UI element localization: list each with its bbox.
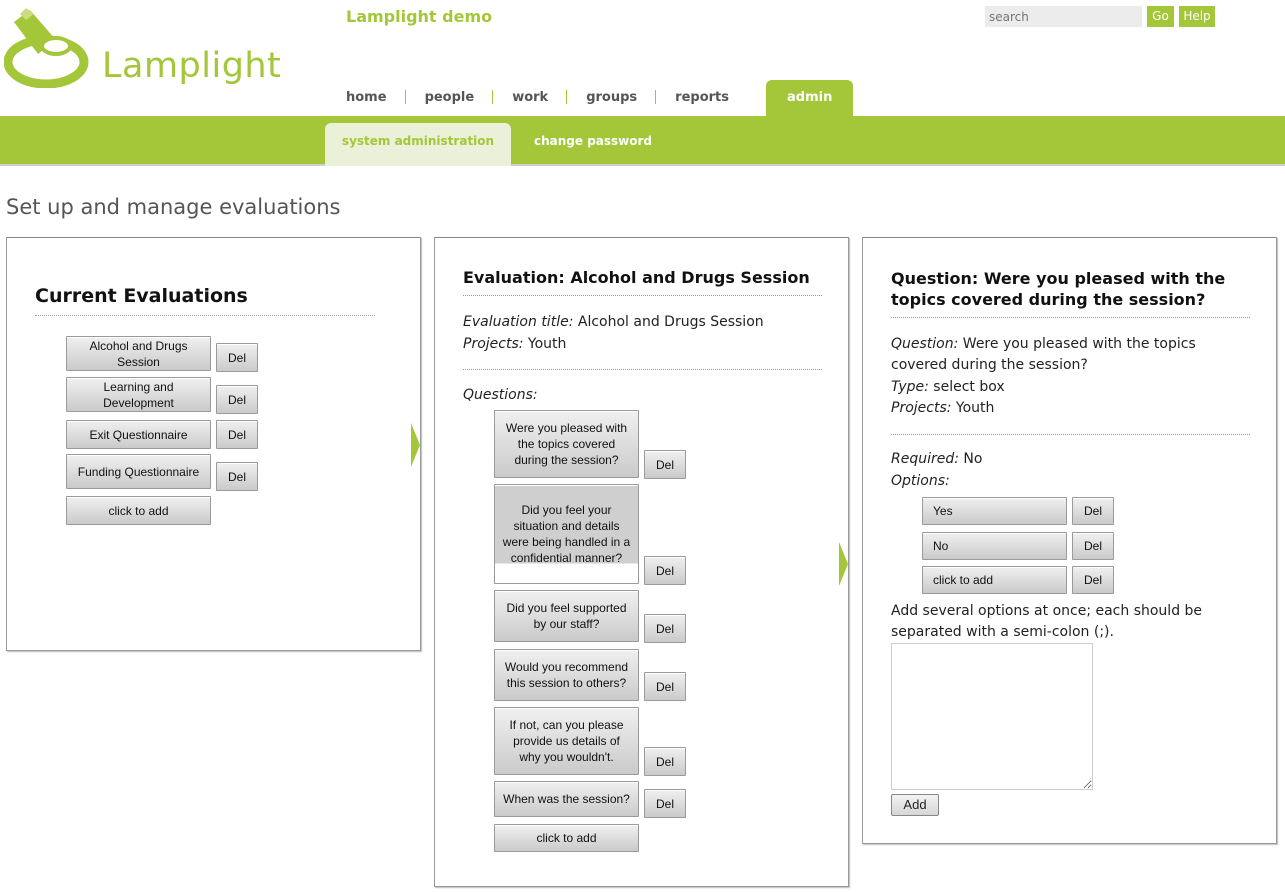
lamplight-logo[interactable]: Lamplight <box>4 4 281 88</box>
delete-question-button[interactable]: Del <box>644 450 686 479</box>
projects-label: Projects: <box>891 400 952 416</box>
divider <box>35 315 375 316</box>
delete-option-button[interactable]: Del <box>1072 497 1114 525</box>
lamp-icon <box>4 8 89 88</box>
divider <box>891 317 1250 318</box>
questions-label: Questions: <box>463 385 538 406</box>
evaluation-item[interactable]: Alcohol and Drugs Session <box>66 336 211 371</box>
question-item[interactable]: Did you feel your situation and details … <box>494 484 639 584</box>
subtab-change-password[interactable]: change password <box>534 123 652 166</box>
question-type-row: Type: select box <box>891 377 1005 398</box>
question-heading: Question: Were you pleased with the topi… <box>891 269 1226 309</box>
questions-label-text: Questions: <box>463 387 538 403</box>
delete-question-button[interactable]: Del <box>644 789 686 818</box>
delete-question-button[interactable]: Del <box>644 672 686 701</box>
nav-home[interactable]: home <box>327 80 406 117</box>
arrow-right-icon <box>839 542 848 586</box>
delete-evaluation-button[interactable]: Del <box>216 385 258 414</box>
delete-question-button[interactable]: Del <box>644 556 686 585</box>
divider <box>891 434 1250 435</box>
bulk-options-textarea[interactable] <box>891 643 1093 790</box>
options-label: Options: <box>891 471 950 492</box>
evaluation-heading: Evaluation: Alcohol and Drugs Session <box>463 268 810 287</box>
nav-work[interactable]: work <box>493 80 568 117</box>
evaluation-title-value: Alcohol and Drugs Session <box>577 314 764 330</box>
divider <box>463 295 822 296</box>
nav-people[interactable]: people <box>406 80 494 117</box>
nav-admin[interactable]: admin <box>765 80 854 117</box>
option-item[interactable]: No <box>922 532 1067 560</box>
evaluation-item[interactable]: Learning and Development <box>66 377 211 412</box>
main-nav: home people work groups reports admin <box>327 80 854 117</box>
question-item[interactable]: Would you recommend this session to othe… <box>494 649 639 701</box>
question-item[interactable]: When was the session? <box>494 781 639 817</box>
evaluation-projects-label: Projects: <box>463 336 524 352</box>
page-title: Set up and manage evaluations <box>6 195 341 219</box>
help-button[interactable]: Help <box>1179 6 1215 27</box>
add-options-button[interactable]: Add <box>891 794 939 816</box>
delete-option-button[interactable]: Del <box>1072 566 1114 594</box>
question-text-row: Question: Were you pleased with the topi… <box>891 334 1241 376</box>
evaluation-title-row: Evaluation title: Alcohol and Drugs Sess… <box>463 312 764 333</box>
delete-evaluation-button[interactable]: Del <box>216 462 258 491</box>
projects-value: Youth <box>955 400 995 416</box>
evaluation-projects-value: Youth <box>527 336 567 352</box>
app-title: Lamplight demo <box>346 7 493 26</box>
evaluation-item[interactable]: Funding Questionnaire <box>66 454 211 489</box>
logo-text: Lamplight <box>102 46 282 86</box>
nav-reports[interactable]: reports <box>656 80 748 117</box>
arrow-right-icon <box>411 423 420 467</box>
nav-groups[interactable]: groups <box>567 80 657 117</box>
type-label: Type: <box>891 379 929 395</box>
add-evaluation-button[interactable]: click to add <box>66 496 211 525</box>
add-question-button[interactable]: click to add <box>494 824 639 852</box>
subtab-system-administration[interactable]: system administration <box>325 123 511 166</box>
evaluations-heading: Current Evaluations <box>35 285 248 307</box>
evaluation-projects-row: Projects: Youth <box>463 334 566 355</box>
evaluation-title-label: Evaluation title: <box>463 314 574 330</box>
required-label: Required: <box>891 451 959 467</box>
question-label: Question: <box>891 336 959 352</box>
bulk-options-hint: Add several options at once; each should… <box>891 603 1203 640</box>
required-value: No <box>963 451 983 467</box>
delete-question-button[interactable]: Del <box>644 747 686 776</box>
delete-question-button[interactable]: Del <box>644 614 686 643</box>
add-option-button[interactable]: click to add <box>922 566 1067 594</box>
question-projects-row: Projects: Youth <box>891 398 994 419</box>
option-item[interactable]: Yes <box>922 497 1067 525</box>
question-item[interactable]: If not, can you please provide us detail… <box>494 707 639 775</box>
delete-evaluation-button[interactable]: Del <box>216 420 258 449</box>
search-input[interactable] <box>985 6 1142 27</box>
type-value: select box <box>933 379 1005 395</box>
required-row: Required: No <box>891 449 982 470</box>
evaluation-item[interactable]: Exit Questionnaire <box>66 420 211 449</box>
divider <box>463 369 822 370</box>
delete-evaluation-button[interactable]: Del <box>216 343 258 372</box>
sub-nav-bar: system administration change password <box>0 116 1285 166</box>
question-item[interactable]: Did you feel supported by our staff? <box>494 590 639 642</box>
question-item[interactable]: Were you pleased with the topics covered… <box>494 410 639 478</box>
delete-option-button[interactable]: Del <box>1072 532 1114 560</box>
go-button[interactable]: Go <box>1147 6 1174 27</box>
options-label-text: Options: <box>891 473 950 489</box>
